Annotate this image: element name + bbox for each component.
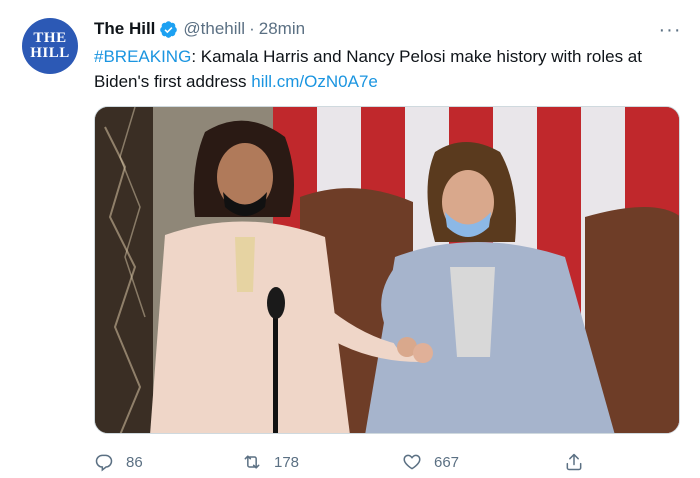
separator-dot: ·: [249, 19, 255, 38]
timestamp[interactable]: 28min: [259, 19, 305, 39]
reply-icon: [95, 454, 113, 472]
avatar[interactable]: THE HILL: [22, 18, 78, 74]
hashtag-link[interactable]: #BREAKING: [94, 47, 191, 66]
tweet-header: The Hill @thehill · 28min: [94, 18, 305, 40]
more-options-icon[interactable]: ···: [658, 18, 682, 42]
author-handle[interactable]: @thehill: [183, 19, 245, 39]
verified-badge-icon: [159, 20, 178, 39]
retweet-count: 178: [274, 453, 300, 471]
reply-button[interactable]: 86: [94, 448, 143, 476]
avatar-line-2: HILL: [30, 45, 70, 61]
tweet-text: #BREAKING: Kamala Harris and Nancy Pelos…: [94, 44, 684, 94]
author-name[interactable]: The Hill: [94, 19, 155, 39]
share-icon: [566, 453, 582, 471]
like-button[interactable]: 667: [402, 448, 459, 476]
heart-icon: [403, 454, 421, 470]
retweet-icon: [244, 455, 260, 469]
reply-count: 86: [126, 453, 143, 471]
avatar-line-1: THE: [33, 30, 67, 46]
url-link[interactable]: hill.cm/OzN0A7e: [251, 72, 378, 91]
photo-illustration: [95, 107, 679, 433]
share-button[interactable]: [564, 448, 596, 476]
tweet-photo[interactable]: [94, 106, 680, 434]
like-count: 667: [434, 453, 460, 471]
retweet-button[interactable]: 178: [242, 448, 299, 476]
tweet[interactable]: THE HILL The Hill @thehill · 28min ··· #…: [0, 0, 700, 478]
tweet-actions: 86 178 667: [94, 448, 680, 476]
